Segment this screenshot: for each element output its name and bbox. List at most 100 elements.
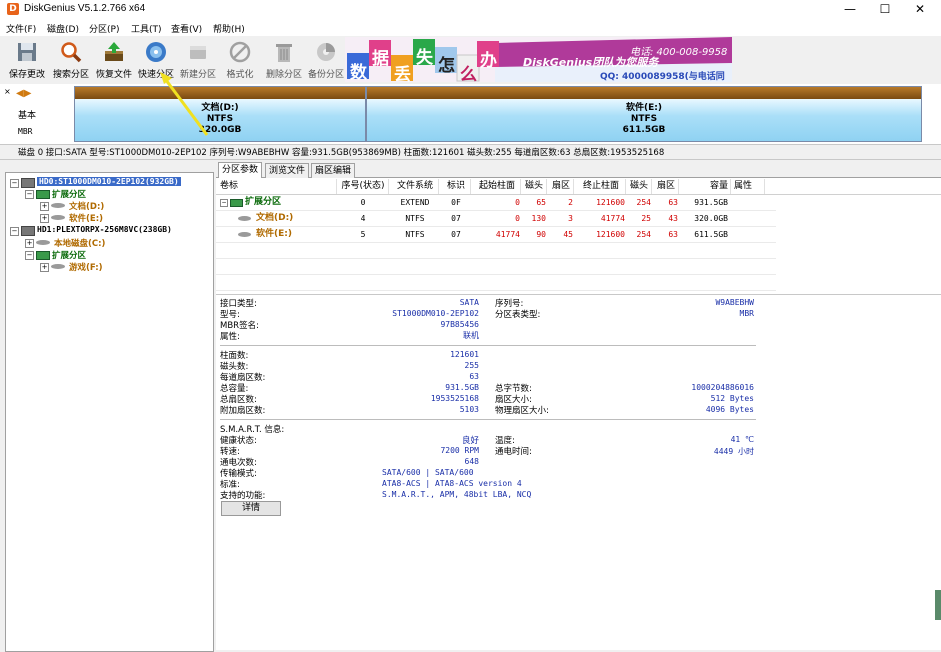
row-index: 5 [360, 230, 366, 239]
row-start-head: 65 [536, 198, 546, 207]
partition-bar-e-size: 611.5GB [622, 125, 666, 135]
volume-icon [51, 203, 65, 208]
backup-partition-label: 备份分区 [307, 70, 344, 80]
col-capacity[interactable]: 容量 [682, 179, 731, 194]
row-label: 扩展分区 [245, 197, 282, 207]
table-row-empty [216, 275, 776, 291]
search-partition-button[interactable]: 搜索分区 [49, 36, 93, 82]
partition-table-type-label: 分区表类型: [495, 310, 541, 320]
collapse-icon[interactable]: − [10, 227, 19, 236]
partition-bar-d-name: 文档(D:) [201, 103, 239, 113]
quick-partition-label: 快速分区 [137, 70, 174, 80]
standard-value: ATA8-ACS | ATA8-ACS version 4 [382, 479, 522, 488]
details-button[interactable]: 详情 [221, 501, 281, 516]
partition-bar-e[interactable]: 软件(E:) NTFS 611.5GB [366, 86, 922, 142]
menu-disk[interactable]: 磁盘(D) [47, 22, 79, 35]
format-label: 格式化 [226, 70, 254, 80]
banner-char-6: 么 [460, 65, 477, 85]
temperature-value: 41 ℃ [730, 435, 754, 444]
col-start-head[interactable]: 磁头 [522, 179, 547, 194]
row-fs: NTFS [405, 214, 425, 223]
banner-char-2: 据 [372, 49, 389, 69]
interface-value: SATA [459, 298, 479, 307]
collapse-icon[interactable]: − [25, 190, 34, 199]
menu-partition[interactable]: 分区(P) [89, 22, 119, 35]
table-row[interactable]: 软件(E:) 5 NTFS 07 41774 90 45 121600 254 … [216, 227, 776, 243]
recover-icon [105, 42, 123, 61]
extended-partition-icon [36, 190, 50, 199]
menu-bar: 文件(F) 磁盘(D) 分区(P) 工具(T) 查看(V) 帮助(H) [0, 19, 941, 36]
tree-item-hd0-label: HD0:ST1000DM010-2EP102(932GB) [37, 177, 181, 186]
disk-icon [21, 178, 35, 188]
model-value: ST1000DM010-2EP102 [392, 309, 479, 318]
expand-icon[interactable]: + [40, 263, 49, 272]
col-start-cyl[interactable]: 起始柱面 [474, 179, 521, 194]
new-partition-button[interactable]: 新建分区 [176, 36, 220, 82]
search-icon [61, 42, 82, 63]
collapse-icon[interactable]: − [25, 251, 34, 260]
tree-item-ext0-label: 扩展分区 [52, 190, 87, 200]
col-start-sector[interactable]: 扇区 [549, 179, 574, 194]
table-row[interactable]: 文档(D:) 4 NTFS 07 0 130 3 41774 25 43 320… [216, 211, 776, 227]
row-id: 07 [451, 214, 461, 223]
table-header: 卷标 序号(状态) 文件系统 标识 起始柱面 磁头 扇区 终止柱面 磁头 扇区 … [216, 179, 941, 195]
new-partition-icon [190, 46, 206, 59]
tree-item-e-label: 软件(E:) [69, 214, 103, 224]
col-end-sector[interactable]: 扇区 [654, 179, 679, 194]
format-button[interactable]: 格式化 [218, 36, 262, 82]
backup-partition-button[interactable]: 备份分区 [304, 36, 348, 82]
banner-char-1: 数 [350, 63, 367, 83]
features-label: 支持的功能: [220, 491, 266, 501]
col-index[interactable]: 序号(状态) [338, 179, 389, 194]
new-partition-label: 新建分区 [179, 70, 216, 80]
delete-icon [276, 44, 292, 62]
tree-item-ext1-label: 扩展分区 [52, 251, 87, 261]
table-row-empty [216, 259, 776, 275]
row-index: 4 [360, 214, 366, 223]
tree-item-d-label: 文档(D:) [69, 202, 105, 212]
col-filesystem[interactable]: 文件系统 [392, 179, 439, 194]
col-end-head[interactable]: 磁头 [627, 179, 652, 194]
collapse-icon[interactable]: − [10, 179, 19, 188]
col-end-cyl[interactable]: 终止柱面 [577, 179, 626, 194]
expand-icon[interactable]: + [40, 202, 49, 211]
col-attributes[interactable]: 属性 [734, 179, 765, 194]
row-start-head: 130 [531, 214, 546, 223]
expand-icon[interactable]: + [40, 214, 49, 223]
expand-icon[interactable]: + [25, 239, 34, 248]
row-label: 软件(E:) [256, 229, 292, 239]
collapse-icon[interactable]: − [220, 199, 228, 207]
table-row[interactable]: − 扩展分区 0 EXTEND 0F 0 65 2 121600 254 63 … [216, 195, 776, 211]
row-capacity: 320.0GB [694, 214, 728, 223]
row-label: 文档(D:) [256, 213, 294, 223]
delete-partition-button[interactable]: 删除分区 [262, 36, 306, 82]
menu-tools[interactable]: 工具(T) [131, 22, 162, 35]
close-panel-icon[interactable]: × [4, 87, 11, 96]
col-id[interactable]: 标识 [442, 179, 471, 194]
menu-help[interactable]: 帮助(H) [213, 22, 245, 35]
menu-file[interactable]: 文件(F) [6, 22, 36, 35]
app-icon: D [7, 3, 19, 15]
tab-sector-editor[interactable]: 扇区编辑 [311, 163, 356, 178]
recover-files-button[interactable]: 恢复文件 [92, 36, 136, 82]
volume-icon [51, 264, 65, 269]
format-icon [229, 41, 251, 63]
promo-banner[interactable]: 数 据 丢 失 怎 么 办 DiskGenius团队为您服务 电话: 400-0… [345, 37, 732, 95]
close-button[interactable]: ✕ [897, 0, 941, 19]
attribute-value: 联机 [463, 331, 479, 340]
scrollbar-thumb[interactable] [935, 590, 941, 620]
tab-browse-files[interactable]: 浏览文件 [265, 163, 310, 178]
mbr-signature-value: 97B85456 [440, 320, 479, 329]
save-changes-button[interactable]: 保存更改 [5, 36, 49, 82]
row-end-cyl: 41774 [600, 214, 625, 223]
menu-view[interactable]: 查看(V) [171, 22, 202, 35]
partition-bar-d[interactable]: 文档(D:) NTFS 320.0GB [74, 86, 366, 142]
quick-partition-button[interactable]: 快速分区 [134, 36, 178, 82]
tab-partition-params[interactable]: 分区参数 [218, 162, 263, 178]
partition-table-type: MBR [18, 127, 33, 136]
col-volume-label[interactable]: 卷标 [220, 179, 337, 194]
disk-nav-arrows[interactable]: ◀▶ [16, 88, 31, 99]
disk-type-label: 基本 [18, 111, 37, 121]
quick-partition-icon [146, 42, 166, 62]
features-value: S.M.A.R.T., APM, 48bit LBA, NCQ [382, 490, 532, 499]
